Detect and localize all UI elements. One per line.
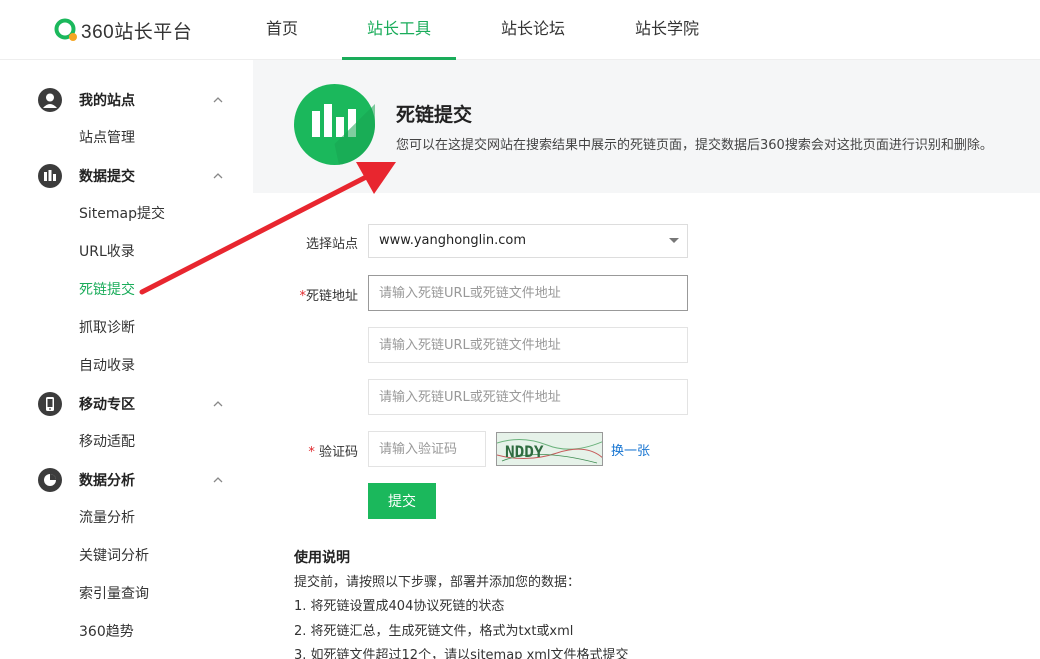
usage-line: 1. 将死链设置成404协议死链的状态 bbox=[294, 599, 505, 614]
sidebar-group-mobile[interactable]: 移动专区 bbox=[38, 391, 233, 417]
captcha-input[interactable] bbox=[368, 431, 486, 467]
sidebar-group-label: 数据分析 bbox=[79, 473, 135, 489]
sidebar-item-sitemap-submit[interactable]: Sitemap提交 bbox=[79, 204, 165, 224]
page-banner: 死链提交 您可以在这提交网站在搜索结果中展示的死链页面，提交数据后360搜索会对… bbox=[253, 60, 1040, 193]
sidebar-item-360-trend[interactable]: 360趋势 bbox=[79, 622, 134, 642]
submit-button[interactable]: 提交 bbox=[368, 483, 436, 519]
usage-line: 3. 如死链文件超过12个，请以sitemap xml文件格式提交 bbox=[294, 648, 629, 659]
sidebar-group-label: 移动专区 bbox=[79, 397, 135, 413]
sidebar-item-traffic-analysis[interactable]: 流量分析 bbox=[79, 508, 135, 528]
chevron-up-icon[interactable] bbox=[211, 168, 225, 182]
nav-home[interactable]: 首页 bbox=[260, 0, 304, 60]
site-select[interactable]: www.yanghonglin.com bbox=[368, 224, 688, 258]
captcha-label: * 验证码 bbox=[308, 445, 358, 460]
page-description: 您可以在这提交网站在搜索结果中展示的死链页面，提交数据后360搜索会对这批页面进… bbox=[396, 138, 993, 153]
chevron-up-icon[interactable] bbox=[211, 92, 225, 106]
usage-line: 提交前，请按照以下步骤，部署并添加您的数据： bbox=[294, 575, 581, 590]
sidebar: 我的站点 站点管理 数据提交 Sitemap提交 URL收录 死链提交 抓取诊断… bbox=[0, 60, 253, 659]
sidebar-group-my-sites[interactable]: 我的站点 bbox=[38, 87, 233, 113]
site-select-label: 选择站点 bbox=[305, 237, 358, 252]
sidebar-item-deadlink-submit[interactable]: 死链提交 bbox=[79, 280, 135, 300]
nav-webmaster-tools[interactable]: 站长工具 bbox=[342, 0, 456, 60]
sidebar-group-data-submit[interactable]: 数据提交 bbox=[38, 163, 233, 189]
captcha-text: NDDY bbox=[505, 442, 544, 461]
sidebar-group-data-analysis[interactable]: 数据分析 bbox=[38, 467, 233, 493]
sidebar-item-keyword-analysis[interactable]: 关键词分析 bbox=[79, 546, 149, 566]
caret-down-icon bbox=[669, 238, 679, 243]
sidebar-item-site-management[interactable]: 站点管理 bbox=[79, 128, 135, 148]
logo-text: 360站长平台 bbox=[81, 21, 193, 43]
site-select-value: www.yanghonglin.com bbox=[379, 233, 527, 248]
sidebar-item-url-index[interactable]: URL收录 bbox=[79, 242, 135, 262]
deadlink-url-input-3[interactable] bbox=[368, 379, 688, 415]
sidebar-group-label: 我的站点 bbox=[79, 93, 135, 109]
page-title: 死链提交 bbox=[396, 104, 473, 126]
mobile-icon bbox=[38, 392, 62, 416]
main-content: 死链提交 您可以在这提交网站在搜索结果中展示的死链页面，提交数据后360搜索会对… bbox=[253, 60, 1040, 659]
required-mark: * bbox=[308, 445, 315, 460]
chevron-up-icon[interactable] bbox=[211, 396, 225, 410]
user-icon bbox=[38, 88, 62, 112]
deadlink-label: *死链地址 bbox=[299, 289, 358, 304]
top-navigation-bar: 360站长平台 首页 站长工具 站长论坛 站长学院 bbox=[0, 0, 1040, 60]
usage-title: 使用说明 bbox=[294, 550, 350, 566]
captcha-image[interactable]: NDDY bbox=[496, 432, 603, 466]
bar-chart-icon bbox=[38, 164, 62, 188]
deadlink-url-input-2[interactable] bbox=[368, 327, 688, 363]
chevron-up-icon[interactable] bbox=[211, 472, 225, 486]
refresh-captcha-link[interactable]: 换一张 bbox=[611, 440, 650, 459]
bar-chart-icon bbox=[294, 84, 376, 165]
nav-webmaster-academy[interactable]: 站长学院 bbox=[630, 0, 704, 60]
deadlink-url-input-1[interactable] bbox=[368, 275, 688, 311]
sidebar-item-auto-index[interactable]: 自动收录 bbox=[79, 356, 135, 376]
sidebar-group-label: 数据提交 bbox=[79, 169, 135, 185]
sidebar-item-crawl-diagnosis[interactable]: 抓取诊断 bbox=[79, 318, 135, 338]
sidebar-item-index-query[interactable]: 索引量查询 bbox=[79, 584, 149, 604]
sidebar-item-mobile-adapt[interactable]: 移动适配 bbox=[79, 432, 135, 452]
pie-chart-icon bbox=[38, 468, 62, 492]
usage-line: 2. 将死链汇总，生成死链文件，格式为txt或xml bbox=[294, 624, 574, 639]
site-logo[interactable]: 360站长平台 bbox=[54, 16, 192, 44]
nav-webmaster-forum[interactable]: 站长论坛 bbox=[496, 0, 570, 60]
logo-icon bbox=[54, 18, 78, 42]
